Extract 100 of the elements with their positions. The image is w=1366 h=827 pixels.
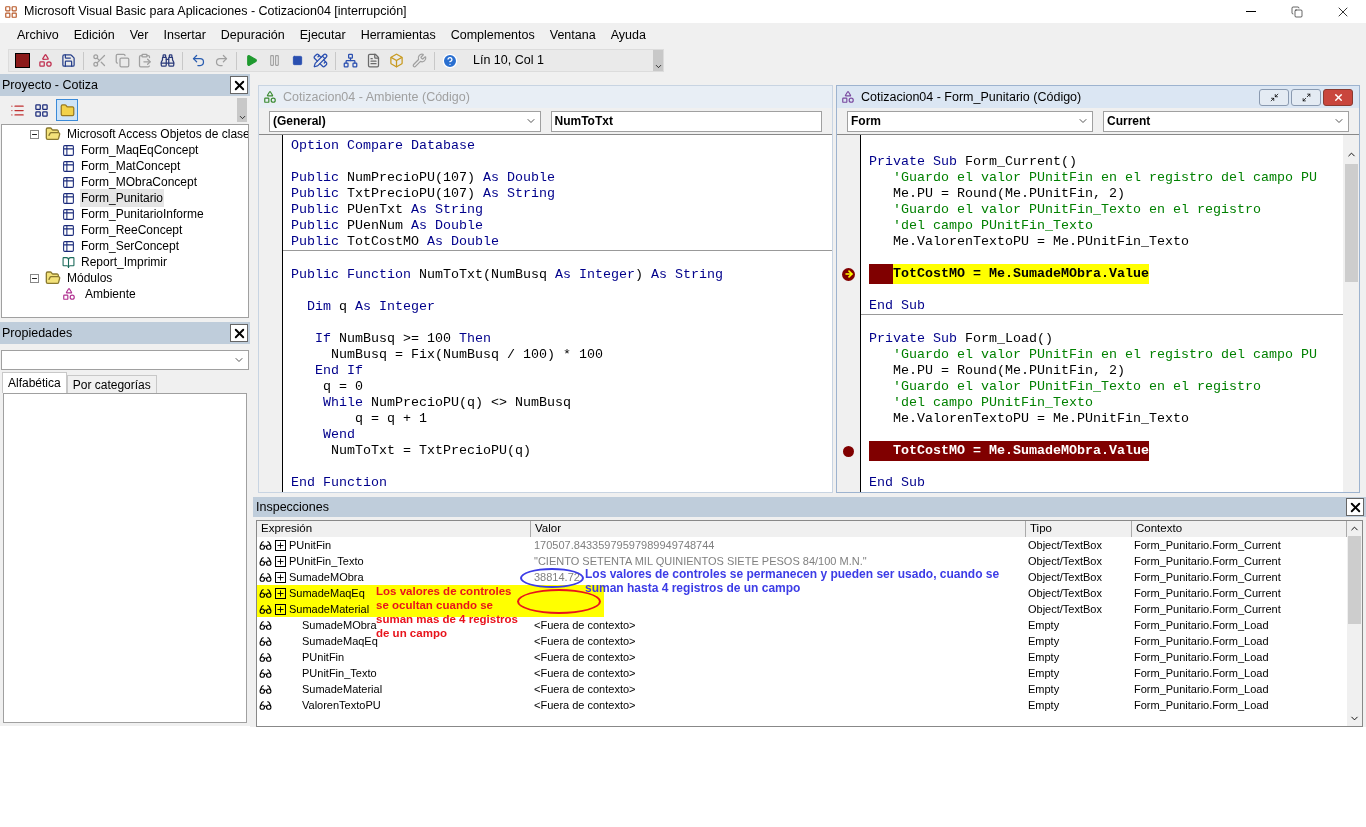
glasses-icon (259, 635, 273, 647)
procedure-dropdown[interactable]: Current (1103, 110, 1349, 132)
menu-item[interactable]: Archivo (10, 25, 66, 45)
code-line: TotCostMO = Me.SumadeMObra.Value (869, 441, 1149, 461)
tab[interactable]: Alfabética (2, 372, 67, 393)
column-header[interactable]: Tipo (1026, 521, 1132, 537)
code-line: Me.PU = Round(Me.PUnitFin, 2) (892, 185, 1125, 203)
window-title: Microsoft Visual Basic para Aplicaciones - Cotizacion04 [interrupción] (24, 3, 407, 21)
view-object-icon[interactable] (32, 101, 50, 119)
cursor-position: Lín 10, Col 1 (472, 52, 545, 70)
expand-icon[interactable] (275, 603, 286, 615)
glasses-icon (259, 651, 273, 663)
object-dropdown[interactable] (1, 350, 249, 370)
view-icon[interactable] (13, 50, 33, 71)
form-icon (62, 223, 76, 237)
watch-value: "CIENTO SETENTA MIL QUINIENTOS SIETE PESOS 84/100 M.N." (533, 553, 868, 569)
menu-item[interactable]: Ver (122, 25, 156, 45)
watch-value: 170507.84335979597989949748744 (533, 537, 716, 553)
glasses-icon (259, 667, 273, 679)
collapse-icon[interactable] (30, 129, 39, 139)
column-header[interactable]: Expresión (257, 521, 531, 537)
watch-expression: PUnitFin (289, 537, 332, 553)
code-line: q = 0 (322, 378, 363, 396)
menu-item[interactable]: Herramientas (353, 25, 443, 45)
menu-item[interactable]: Depuración (213, 25, 292, 45)
tree-item[interactable]: Form_MatConcept (80, 157, 182, 175)
expand-icon[interactable] (275, 539, 286, 551)
close-button[interactable] (1346, 498, 1364, 516)
tree-item[interactable]: Form_ReeConcept (80, 221, 184, 239)
code-line: Public TxtPrecioPU(107) As String (291, 185, 555, 203)
menu-item[interactable]: Ventana (542, 25, 603, 45)
watch-expression: SumadeMObra (289, 569, 364, 585)
minimize-icon (1246, 11, 1256, 12)
folder-icon (45, 127, 62, 141)
restore-icon (1291, 5, 1303, 18)
tree-item[interactable]: Ambiente (84, 285, 137, 303)
object-dropdown[interactable]: (General) (269, 110, 541, 132)
code-comment: 'Guardo el valor PUnitFin en el registro del campo PU (892, 346, 1317, 364)
watch-value: <Fuera de contexto> (533, 617, 637, 633)
tree-item[interactable]: Form_PunitarioInforme (80, 205, 205, 223)
code-line: End Sub (869, 474, 925, 492)
watch-type: Object/TextBox (1027, 537, 1103, 553)
restore-button[interactable] (1291, 88, 1321, 106)
watch-context: Form_Punitario.Form_Current (1133, 537, 1282, 553)
tree-item[interactable]: Form_SerConcept (80, 237, 181, 255)
tree-item[interactable]: Report_Imprimir (80, 253, 168, 271)
close-button[interactable] (230, 324, 248, 342)
code-line: NumBusq = Fix(NumBusq / 100) * 100 (330, 346, 603, 364)
watch-context: Form_Punitario.Form_Current (1133, 569, 1282, 585)
watch-type: Empty (1027, 617, 1061, 633)
collapse-icon[interactable] (30, 273, 39, 283)
scrollbar[interactable] (1343, 135, 1359, 492)
procedure-dropdown[interactable]: NumToTxt (550, 110, 822, 132)
code-line: Public Function NumToTxt(NumBusq As Integer) As String (291, 266, 723, 284)
column-header[interactable]: Contexto (1132, 521, 1347, 537)
code-line: Public TotCostMO As Double (291, 233, 499, 251)
column-header[interactable]: Valor (531, 521, 1026, 537)
menu-item[interactable]: Complementos (443, 25, 542, 45)
scrollbar[interactable] (1347, 521, 1362, 726)
watch-type: Empty (1027, 681, 1061, 697)
code-comment: 'del campo PUnitFin_Texto (892, 217, 1093, 235)
watch-value: 38814.72 (533, 569, 581, 585)
code-line: Public NumPrecioPU(107) As Double (291, 169, 555, 187)
code-line: Wend (322, 426, 355, 444)
expand-icon[interactable] (275, 571, 286, 583)
object-dropdown[interactable]: Form (847, 110, 1093, 132)
code-line: If NumBusq >= 100 Then (314, 330, 491, 348)
toolbar-options-icon[interactable] (653, 50, 663, 71)
watch-type: Object/TextBox (1027, 553, 1103, 569)
toggle-folders-icon[interactable] (56, 99, 78, 121)
expand-icon[interactable] (275, 555, 286, 567)
tree-item[interactable]: Módulos (66, 269, 114, 287)
glasses-icon (259, 555, 273, 567)
expand-icon[interactable] (275, 587, 286, 599)
code-comment: 'del campo PUnitFin_Texto (892, 394, 1093, 412)
close-button[interactable] (1323, 88, 1353, 106)
form-icon (62, 207, 76, 221)
form-icon (62, 175, 76, 189)
tab[interactable]: Por categorías (66, 375, 157, 393)
menu-item[interactable]: Ayuda (603, 25, 653, 45)
tree-item[interactable]: Form_MObraConcept (80, 173, 199, 191)
watch-context: Form_Punitario.Form_Load (1133, 617, 1270, 633)
menu-item[interactable]: Ejecutar (292, 25, 353, 45)
watch-type: Object/TextBox (1027, 569, 1103, 585)
panel-title: Inspecciones (256, 498, 329, 516)
code-line: Private Sub Form_Load() (869, 330, 1053, 348)
watch-context: Form_Punitario.Form_Load (1133, 665, 1270, 681)
tree-item[interactable]: Form_Punitario (80, 189, 165, 207)
close-icon (1332, 91, 1344, 103)
close-button[interactable] (230, 76, 248, 94)
glasses-icon (259, 587, 273, 599)
menu-item[interactable]: Insertar (156, 25, 213, 45)
watch-value: <Fuera de contexto> (533, 665, 637, 681)
code-line: Public PUenNum As Double (291, 217, 483, 235)
panel-title: Proyecto - Cotiza (2, 76, 98, 94)
minimize-button[interactable] (1259, 88, 1289, 106)
tree-item[interactable]: Form_MaqEqConcept (80, 141, 200, 159)
menu-item[interactable]: Edición (66, 25, 122, 45)
watch-expression: SumadeMObra (302, 618, 377, 631)
glasses-icon (259, 571, 273, 583)
